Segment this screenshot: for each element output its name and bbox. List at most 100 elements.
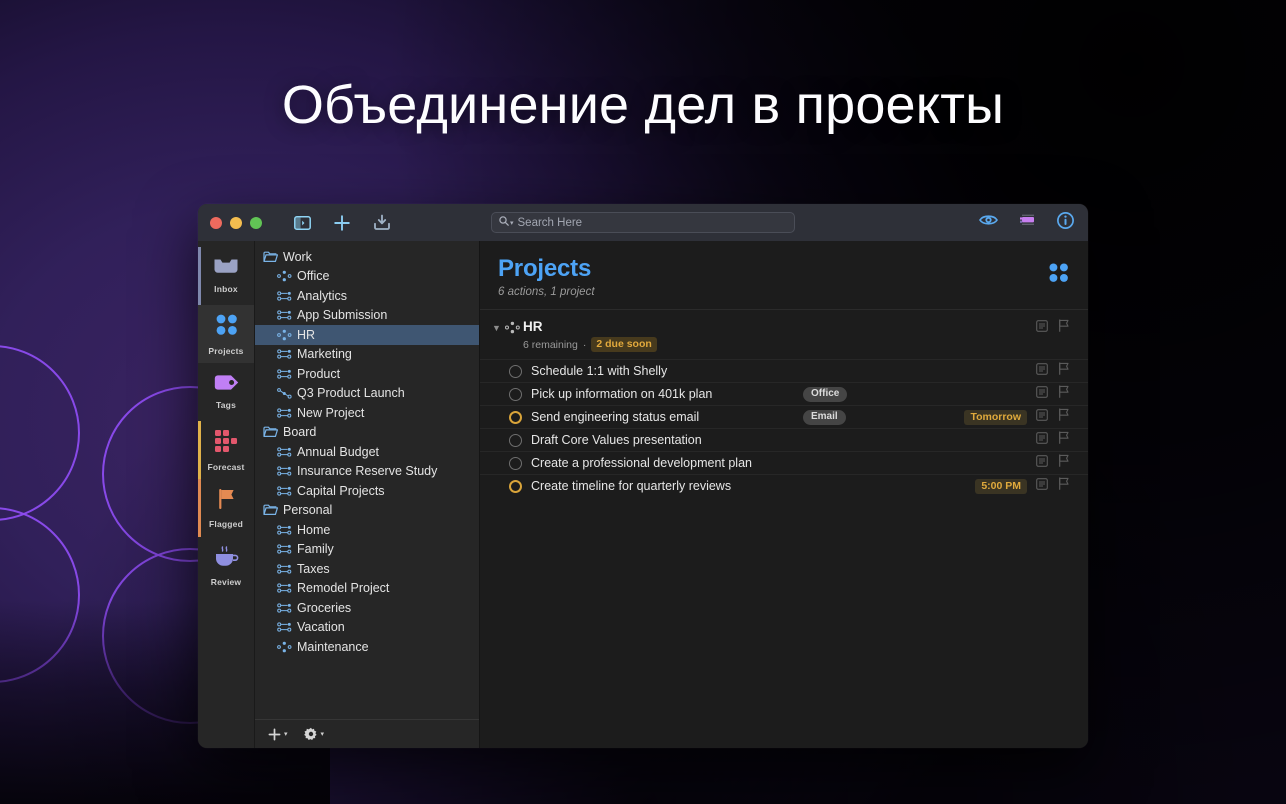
task-checkbox-circle[interactable] bbox=[509, 457, 522, 470]
row-action-icons bbox=[1036, 408, 1070, 426]
flag-icon[interactable] bbox=[1058, 362, 1070, 380]
note-icon[interactable] bbox=[1036, 362, 1048, 380]
task-row-content: Create timeline for quarterly reviews5:0… bbox=[531, 479, 1027, 493]
new-item-plus-icon[interactable] bbox=[328, 211, 356, 235]
task-row[interactable]: Send engineering status emailEmailTomorr… bbox=[480, 405, 1088, 428]
task-checkbox-circle[interactable] bbox=[509, 411, 522, 424]
sidebar-item-tags[interactable]: Tags bbox=[198, 363, 254, 421]
flag-icon[interactable] bbox=[1058, 477, 1070, 495]
project-row-label: Taxes bbox=[297, 562, 330, 576]
project-row[interactable]: New Project bbox=[255, 403, 479, 423]
maximize-window-button[interactable] bbox=[250, 217, 262, 229]
close-window-button[interactable] bbox=[210, 217, 222, 229]
project-row[interactable]: Work bbox=[255, 247, 479, 267]
project-row-label: Home bbox=[297, 523, 330, 537]
flag-icon[interactable] bbox=[1058, 454, 1070, 472]
window-body: Inbox Projects bbox=[198, 241, 1088, 748]
parallel-project-icon bbox=[277, 621, 292, 633]
sidebar-settings-button[interactable]: ▾ bbox=[304, 727, 325, 741]
parallel-icon-wrap bbox=[277, 446, 292, 458]
task-row[interactable]: Create a professional development plan bbox=[480, 451, 1088, 474]
project-list[interactable]: Work Office AnalyticsApp SubmissionHRMarke… bbox=[255, 241, 479, 719]
project-row[interactable]: Capital Projects bbox=[255, 481, 479, 501]
project-group-header[interactable]: ▼ HR 6 remaining · 2 due soon bbox=[480, 310, 1088, 359]
folder-icon-wrap bbox=[263, 251, 278, 263]
note-icon[interactable] bbox=[1036, 477, 1048, 495]
content-header: Projects 6 actions, 1 project bbox=[480, 241, 1088, 310]
project-row[interactable]: Office bbox=[255, 267, 479, 287]
note-icon[interactable] bbox=[1036, 454, 1048, 472]
project-row[interactable]: Insurance Reserve Study bbox=[255, 462, 479, 482]
project-row-label: Office bbox=[297, 269, 329, 283]
chevron-down-icon: ▾ bbox=[321, 730, 325, 738]
task-checkbox-circle[interactable] bbox=[509, 434, 522, 447]
sidebar-item-flagged[interactable]: Flagged bbox=[198, 479, 254, 537]
parallel-project-icon bbox=[277, 309, 292, 321]
minimize-window-button[interactable] bbox=[230, 217, 242, 229]
flag-icon[interactable] bbox=[1058, 408, 1070, 426]
project-row[interactable]: Maintenance bbox=[255, 637, 479, 657]
flag-icon[interactable] bbox=[1058, 431, 1070, 449]
project-row[interactable]: Taxes bbox=[255, 559, 479, 579]
task-row[interactable]: Pick up information on 401k planOffice bbox=[480, 382, 1088, 405]
search-field[interactable]: ▾ Search Here bbox=[491, 212, 795, 233]
project-row[interactable]: Board bbox=[255, 423, 479, 443]
note-icon[interactable] bbox=[1036, 319, 1048, 337]
sidebar-item-projects[interactable]: Projects bbox=[198, 305, 254, 363]
quick-entry-inbox-icon[interactable] bbox=[368, 211, 396, 235]
project-row[interactable]: App Submission bbox=[255, 306, 479, 326]
sidebar-item-inbox[interactable]: Inbox bbox=[198, 247, 254, 305]
project-row-label: Groceries bbox=[297, 601, 351, 615]
sidebar-item-review[interactable]: Review bbox=[198, 537, 254, 595]
task-tag-chip[interactable]: Office bbox=[803, 387, 847, 402]
row-action-icons bbox=[1036, 385, 1070, 403]
sidebar-footer-toolbar: ▾ ▾ bbox=[255, 719, 479, 748]
task-due-date-chip[interactable]: 5:00 PM bbox=[975, 479, 1027, 494]
note-icon[interactable] bbox=[1036, 431, 1048, 449]
sidebar-item-forecast[interactable]: Forecast bbox=[198, 421, 254, 479]
task-checkbox-circle[interactable] bbox=[509, 365, 522, 378]
folder-icon-wrap bbox=[263, 504, 278, 516]
due-soon-badge: 2 due soon bbox=[591, 337, 656, 352]
search-input[interactable]: Search Here bbox=[518, 217, 583, 229]
parallel-project-icon bbox=[277, 348, 292, 360]
perspective-rail: Inbox Projects bbox=[198, 241, 254, 748]
parallel-icon-wrap bbox=[277, 309, 292, 321]
task-row[interactable]: Schedule 1:1 with Shelly bbox=[480, 359, 1088, 382]
project-row[interactable]: Home bbox=[255, 520, 479, 540]
disclosure-triangle-icon[interactable]: ▼ bbox=[492, 323, 505, 333]
project-row[interactable]: Personal bbox=[255, 501, 479, 521]
project-row-selected[interactable]: HR bbox=[255, 325, 479, 345]
project-row[interactable]: Vacation bbox=[255, 618, 479, 638]
task-due-date-chip[interactable]: Tomorrow bbox=[964, 410, 1027, 425]
project-row[interactable]: Groceries bbox=[255, 598, 479, 618]
project-row[interactable]: Q3 Product Launch bbox=[255, 384, 479, 404]
task-list[interactable]: Schedule 1:1 with ShellyPick up informat… bbox=[480, 359, 1088, 497]
project-row[interactable]: Analytics bbox=[255, 286, 479, 306]
task-row-content: Create a professional development plan bbox=[531, 456, 1027, 470]
inspector-info-icon[interactable] bbox=[1057, 212, 1074, 234]
search-scope-chevron-down-icon[interactable]: ▾ bbox=[510, 219, 514, 227]
tag-highlight-icon[interactable] bbox=[1019, 213, 1036, 232]
project-row[interactable]: Family bbox=[255, 540, 479, 560]
task-checkbox-circle[interactable] bbox=[509, 388, 522, 401]
task-tag-chip[interactable]: Email bbox=[803, 410, 846, 425]
note-icon[interactable] bbox=[1036, 385, 1048, 403]
flag-icon[interactable] bbox=[1058, 319, 1070, 337]
view-options-icon[interactable] bbox=[979, 213, 998, 232]
add-project-button[interactable]: ▾ bbox=[268, 728, 288, 741]
project-group-text: HR 6 remaining · 2 due soon bbox=[523, 319, 1036, 352]
project-row[interactable]: Remodel Project bbox=[255, 579, 479, 599]
task-checkbox-circle[interactable] bbox=[509, 480, 522, 493]
note-icon[interactable] bbox=[1036, 408, 1048, 426]
sidebar-toggle-icon[interactable] bbox=[288, 211, 316, 235]
flag-icon[interactable] bbox=[1058, 385, 1070, 403]
plus-icon bbox=[268, 728, 281, 741]
project-row[interactable]: Marketing bbox=[255, 345, 479, 365]
parallel-project-icon bbox=[277, 368, 292, 380]
task-row[interactable]: Draft Core Values presentation bbox=[480, 428, 1088, 451]
project-row[interactable]: Product bbox=[255, 364, 479, 384]
parallel-icon-wrap bbox=[277, 407, 292, 419]
task-row[interactable]: Create timeline for quarterly reviews5:0… bbox=[480, 474, 1088, 497]
project-row[interactable]: Annual Budget bbox=[255, 442, 479, 462]
